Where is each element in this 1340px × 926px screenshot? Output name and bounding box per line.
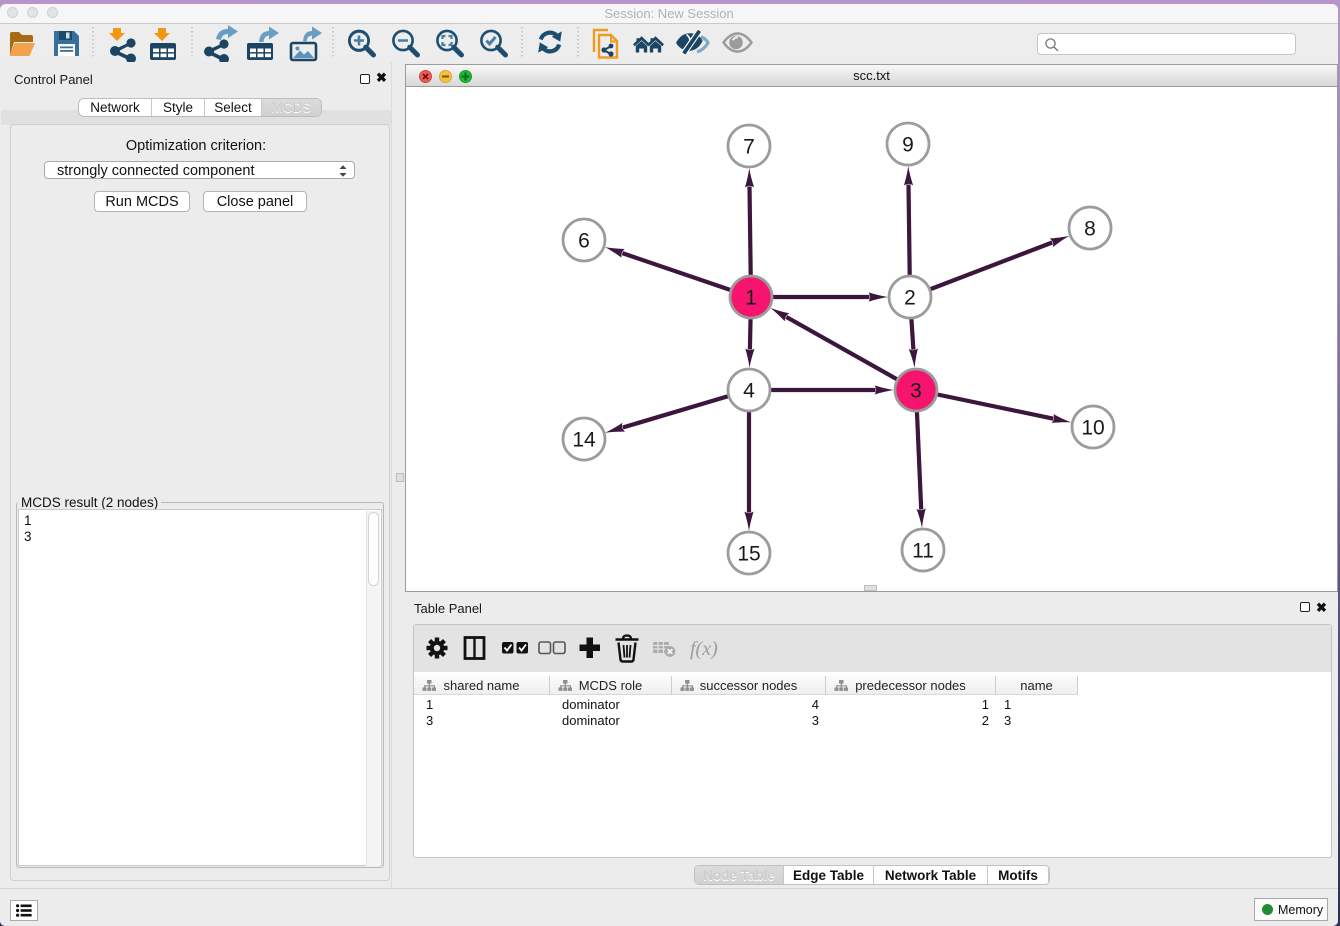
svg-text:8: 8 [1084, 218, 1096, 241]
svg-text:14: 14 [572, 429, 596, 452]
svg-text:3: 3 [910, 380, 922, 403]
svg-text:1: 1 [745, 287, 757, 310]
svg-text:6: 6 [578, 230, 590, 253]
svg-text:15: 15 [737, 543, 760, 566]
svg-text:4: 4 [743, 380, 755, 403]
svg-text:f(x): f(x) [690, 638, 718, 660]
svg-text:11: 11 [912, 540, 934, 563]
svg-text:10: 10 [1081, 417, 1104, 440]
svg-text:2: 2 [904, 287, 916, 310]
svg-text:7: 7 [743, 136, 755, 159]
svg-text:9: 9 [902, 134, 914, 157]
